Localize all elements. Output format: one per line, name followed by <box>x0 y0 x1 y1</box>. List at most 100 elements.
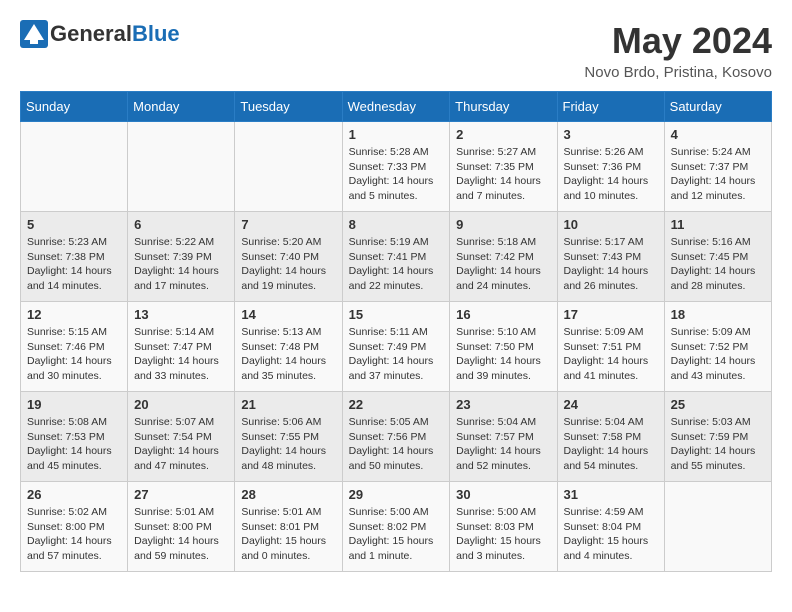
calendar-week-1: 1 Sunrise: 5:28 AM Sunset: 7:33 PM Daylig… <box>21 122 772 212</box>
calendar-cell: 18 Sunrise: 5:09 AM Sunset: 7:52 PM Dayli… <box>664 302 771 392</box>
title-block: May 2024 Novo Brdo, Pristina, Kosovo <box>584 20 772 81</box>
calendar-cell <box>21 122 128 212</box>
day-of-week-sunday: Sunday <box>21 92 128 122</box>
page-header: GeneralBlue May 2024 Novo Brdo, Pristina… <box>20 20 772 81</box>
calendar-cell <box>235 122 342 212</box>
calendar-week-4: 19 Sunrise: 5:08 AM Sunset: 7:53 PM Dayli… <box>21 392 772 482</box>
day-info: Sunrise: 5:22 AM Sunset: 7:39 PM Dayligh… <box>134 235 228 294</box>
day-info: Sunrise: 5:10 AM Sunset: 7:50 PM Dayligh… <box>456 325 550 384</box>
calendar-cell: 7 Sunrise: 5:20 AM Sunset: 7:40 PM Daylig… <box>235 212 342 302</box>
day-number: 20 <box>134 397 228 412</box>
day-info: Sunrise: 5:19 AM Sunset: 7:41 PM Dayligh… <box>349 235 444 294</box>
calendar-cell: 10 Sunrise: 5:17 AM Sunset: 7:43 PM Dayli… <box>557 212 664 302</box>
calendar-cell: 4 Sunrise: 5:24 AM Sunset: 7:37 PM Daylig… <box>664 122 771 212</box>
calendar-cell: 27 Sunrise: 5:01 AM Sunset: 8:00 PM Dayli… <box>128 482 235 572</box>
day-of-week-friday: Friday <box>557 92 664 122</box>
day-info: Sunrise: 5:16 AM Sunset: 7:45 PM Dayligh… <box>671 235 765 294</box>
day-info: Sunrise: 5:20 AM Sunset: 7:40 PM Dayligh… <box>241 235 335 294</box>
day-of-week-thursday: Thursday <box>450 92 557 122</box>
day-info: Sunrise: 5:27 AM Sunset: 7:35 PM Dayligh… <box>456 145 550 204</box>
day-info: Sunrise: 5:00 AM Sunset: 8:03 PM Dayligh… <box>456 505 550 564</box>
day-info: Sunrise: 5:23 AM Sunset: 7:38 PM Dayligh… <box>27 235 121 294</box>
calendar-cell: 20Sunrise: 5:07 AM Sunset: 7:54 PM Dayli… <box>128 392 235 482</box>
day-info: Sunrise: 5:18 AM Sunset: 7:42 PM Dayligh… <box>456 235 550 294</box>
day-number: 21 <box>241 397 335 412</box>
day-number: 13 <box>134 307 228 322</box>
day-number: 30 <box>456 487 550 502</box>
day-info: Sunrise: 5:15 AM Sunset: 7:46 PM Dayligh… <box>27 325 121 384</box>
calendar-cell: 6 Sunrise: 5:22 AM Sunset: 7:39 PM Daylig… <box>128 212 235 302</box>
calendar-cell: 22 Sunrise: 5:05 AM Sunset: 7:56 PM Dayli… <box>342 392 450 482</box>
calendar-cell: 19 Sunrise: 5:08 AM Sunset: 7:53 PM Dayli… <box>21 392 128 482</box>
day-number: 27 <box>134 487 228 502</box>
calendar-cell: 21Sunrise: 5:06 AM Sunset: 7:55 PM Dayli… <box>235 392 342 482</box>
day-number: 19 <box>27 397 121 412</box>
day-number: 15 <box>349 307 444 322</box>
calendar-cell: 24Sunrise: 5:04 AM Sunset: 7:58 PM Dayli… <box>557 392 664 482</box>
day-info: Sunrise: 5:04 AM Sunset: 7:57 PM Dayligh… <box>456 415 550 474</box>
calendar-cell: 13Sunrise: 5:14 AM Sunset: 7:47 PM Dayli… <box>128 302 235 392</box>
calendar-cell: 8 Sunrise: 5:19 AM Sunset: 7:41 PM Daylig… <box>342 212 450 302</box>
calendar-cell: 11 Sunrise: 5:16 AM Sunset: 7:45 PM Dayli… <box>664 212 771 302</box>
day-info: Sunrise: 5:03 AM Sunset: 7:59 PM Dayligh… <box>671 415 765 474</box>
calendar-cell: 25 Sunrise: 5:03 AM Sunset: 7:59 PM Dayli… <box>664 392 771 482</box>
day-number: 22 <box>349 397 444 412</box>
day-info: Sunrise: 5:09 AM Sunset: 7:51 PM Dayligh… <box>564 325 658 384</box>
day-number: 1 <box>349 127 444 142</box>
day-number: 18 <box>671 307 765 322</box>
day-number: 25 <box>671 397 765 412</box>
day-info: Sunrise: 5:13 AM Sunset: 7:48 PM Dayligh… <box>241 325 335 384</box>
day-info: Sunrise: 5:08 AM Sunset: 7:53 PM Dayligh… <box>27 415 121 474</box>
calendar-week-3: 12 Sunrise: 5:15 AM Sunset: 7:46 PM Dayli… <box>21 302 772 392</box>
day-number: 26 <box>27 487 121 502</box>
day-info: Sunrise: 5:02 AM Sunset: 8:00 PM Dayligh… <box>27 505 121 564</box>
day-info: Sunrise: 5:09 AM Sunset: 7:52 PM Dayligh… <box>671 325 765 384</box>
day-of-week-saturday: Saturday <box>664 92 771 122</box>
calendar-cell: 28Sunrise: 5:01 AM Sunset: 8:01 PM Dayli… <box>235 482 342 572</box>
day-number: 12 <box>27 307 121 322</box>
day-number: 29 <box>349 487 444 502</box>
day-of-week-tuesday: Tuesday <box>235 92 342 122</box>
day-info: Sunrise: 5:28 AM Sunset: 7:33 PM Dayligh… <box>349 145 444 204</box>
calendar: SundayMondayTuesdayWednesdayThursdayFrid… <box>20 91 772 572</box>
month-title: May 2024 <box>584 20 772 62</box>
day-number: 5 <box>27 217 121 232</box>
calendar-cell: 14 Sunrise: 5:13 AM Sunset: 7:48 PM Dayli… <box>235 302 342 392</box>
calendar-cell: 17Sunrise: 5:09 AM Sunset: 7:51 PM Dayli… <box>557 302 664 392</box>
day-number: 10 <box>564 217 658 232</box>
day-number: 6 <box>134 217 228 232</box>
day-number: 16 <box>456 307 550 322</box>
day-number: 4 <box>671 127 765 142</box>
day-of-week-wednesday: Wednesday <box>342 92 450 122</box>
day-number: 2 <box>456 127 550 142</box>
logo: GeneralBlue <box>20 20 180 48</box>
day-info: Sunrise: 5:01 AM Sunset: 8:00 PM Dayligh… <box>134 505 228 564</box>
calendar-cell <box>128 122 235 212</box>
day-number: 11 <box>671 217 765 232</box>
day-info: Sunrise: 5:05 AM Sunset: 7:56 PM Dayligh… <box>349 415 444 474</box>
calendar-header: SundayMondayTuesdayWednesdayThursdayFrid… <box>21 92 772 122</box>
calendar-cell: 26 Sunrise: 5:02 AM Sunset: 8:00 PM Dayli… <box>21 482 128 572</box>
calendar-week-5: 26 Sunrise: 5:02 AM Sunset: 8:00 PM Dayli… <box>21 482 772 572</box>
days-of-week-row: SundayMondayTuesdayWednesdayThursdayFrid… <box>21 92 772 122</box>
calendar-body: 1 Sunrise: 5:28 AM Sunset: 7:33 PM Daylig… <box>21 122 772 572</box>
day-number: 14 <box>241 307 335 322</box>
day-info: Sunrise: 5:17 AM Sunset: 7:43 PM Dayligh… <box>564 235 658 294</box>
day-info: Sunrise: 5:04 AM Sunset: 7:58 PM Dayligh… <box>564 415 658 474</box>
day-info: Sunrise: 5:24 AM Sunset: 7:37 PM Dayligh… <box>671 145 765 204</box>
calendar-cell: 23 Sunrise: 5:04 AM Sunset: 7:57 PM Dayli… <box>450 392 557 482</box>
day-number: 23 <box>456 397 550 412</box>
day-info: Sunrise: 5:11 AM Sunset: 7:49 PM Dayligh… <box>349 325 444 384</box>
calendar-cell: 3Sunrise: 5:26 AM Sunset: 7:36 PM Daylig… <box>557 122 664 212</box>
day-number: 7 <box>241 217 335 232</box>
calendar-cell: 31Sunrise: 4:59 AM Sunset: 8:04 PM Dayli… <box>557 482 664 572</box>
calendar-cell: 29Sunrise: 5:00 AM Sunset: 8:02 PM Dayli… <box>342 482 450 572</box>
calendar-cell <box>664 482 771 572</box>
day-info: Sunrise: 4:59 AM Sunset: 8:04 PM Dayligh… <box>564 505 658 564</box>
day-number: 9 <box>456 217 550 232</box>
calendar-cell: 1 Sunrise: 5:28 AM Sunset: 7:33 PM Daylig… <box>342 122 450 212</box>
calendar-cell: 15 Sunrise: 5:11 AM Sunset: 7:49 PM Dayli… <box>342 302 450 392</box>
calendar-cell: 30 Sunrise: 5:00 AM Sunset: 8:03 PM Dayli… <box>450 482 557 572</box>
calendar-cell: 9 Sunrise: 5:18 AM Sunset: 7:42 PM Daylig… <box>450 212 557 302</box>
day-number: 8 <box>349 217 444 232</box>
